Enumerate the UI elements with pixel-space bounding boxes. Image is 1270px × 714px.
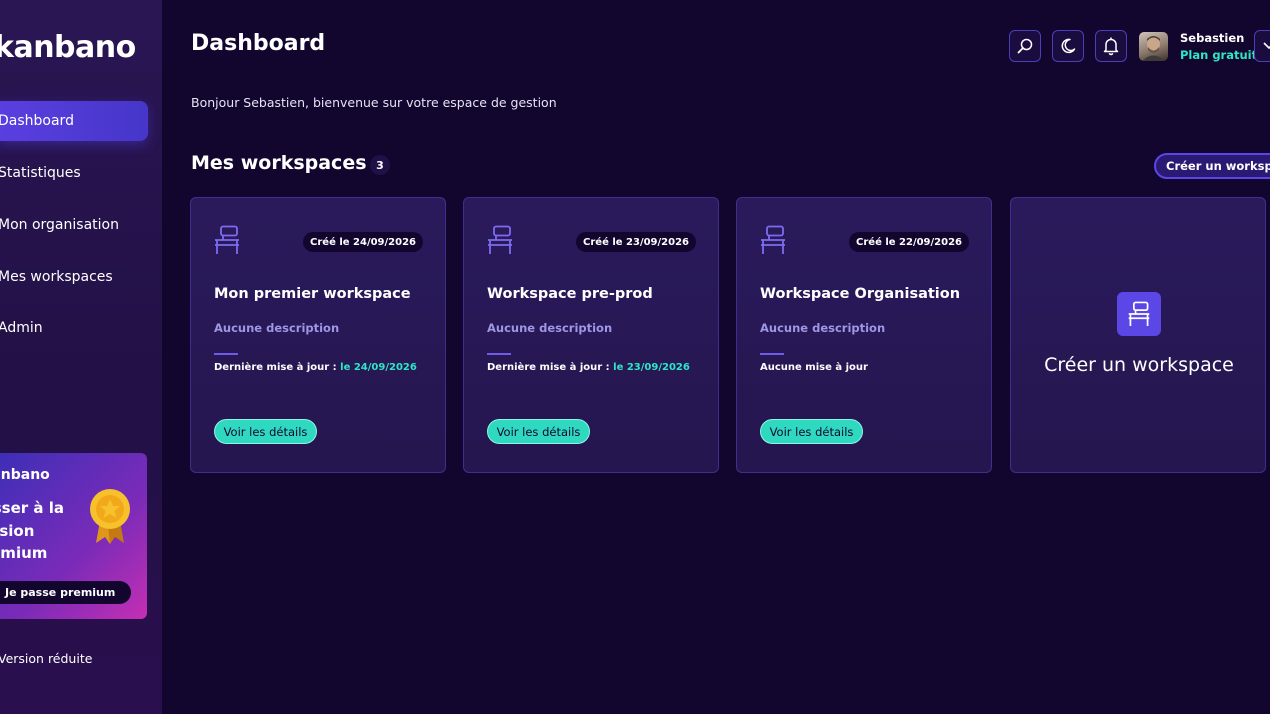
sidebar-item-label: Dashboard [0,113,74,129]
created-date-badge: Créé le 23/09/2026 [576,232,696,252]
sidebar: kanbano Dashboard Statistiques Mon organ… [0,0,162,714]
sidebar-item-statistiques[interactable]: Statistiques [0,153,148,193]
last-update: Aucune mise à jour [760,362,868,373]
go-premium-label: Je passe premium [5,586,116,599]
view-details-button[interactable]: Voir les détails [760,419,863,444]
created-date-badge: Créé le 24/09/2026 [303,232,423,252]
last-update-date: le 23/09/2026 [613,362,690,373]
premium-banner: kanbano Passer à la version premium Je p… [0,453,147,619]
last-update: Dernière mise à jour : le 24/09/2026 [214,362,417,373]
desk-chair-icon [488,225,512,254]
app-logo[interactable]: kanbano [0,30,136,65]
sidebar-item-organisation[interactable]: Mon organisation [0,205,148,245]
desk-chair-icon [1128,301,1150,326]
workspace-card: Créé le 23/09/2026 Workspace pre-prod Au… [463,197,719,473]
sidebar-item-dashboard[interactable]: Dashboard [0,101,148,141]
avatar[interactable] [1139,32,1168,61]
last-update: Dernière mise à jour : le 23/09/2026 [487,362,690,373]
bell-icon [1103,37,1119,56]
premium-title: Passer à la version premium [0,499,64,562]
user-name: Sebastien [1180,31,1245,45]
user-menu-button[interactable] [1254,30,1270,62]
created-date-badge: Créé le 22/09/2026 [849,232,969,252]
desk-chair-icon [761,225,785,254]
create-workspace-button[interactable]: Créer un workspace [1154,153,1270,179]
user-photo [1142,36,1165,61]
welcome-message: Bonjour Sebastien, bienvenue sur votre e… [191,95,557,110]
page-title: Dashboard [191,31,326,56]
sidebar-item-label: Mes workspaces [0,269,113,285]
divider [214,353,238,355]
divider [487,353,511,355]
chevron-down-icon [1263,42,1270,50]
last-update-date: le 24/09/2026 [340,362,417,373]
last-update-label: Aucune mise à jour [760,362,868,373]
search-icon [1017,38,1033,54]
sidebar-item-label: Mon organisation [0,217,119,233]
sidebar-item-workspaces[interactable]: Mes workspaces [0,257,148,297]
medal-icon [90,489,130,544]
view-details-button[interactable]: Voir les détails [214,419,317,444]
moon-icon [1061,38,1076,54]
workspaces-count-badge: 3 [370,155,390,175]
create-workspace-icon-box [1117,292,1161,336]
create-workspace-label: Créer un workspace [1044,354,1234,376]
notifications-button[interactable] [1095,30,1127,62]
workspace-card: Créé le 22/09/2026 Workspace Organisatio… [736,197,992,473]
go-premium-button[interactable]: Je passe premium [0,581,131,604]
workspace-title: Mon premier workspace [214,286,411,302]
workspace-title: Workspace Organisation [760,286,961,302]
sidebar-item-admin[interactable]: Admin [0,308,148,348]
workspace-description: Aucune description [487,321,613,335]
search-button[interactable] [1009,30,1041,62]
last-update-label: Dernière mise à jour : [487,362,614,373]
sidebar-item-label: Statistiques [0,165,81,181]
workspace-card: Créé le 24/09/2026 Mon premier workspace… [190,197,446,473]
divider [760,353,784,355]
workspaces-title: Mes workspaces [191,152,367,174]
sidebar-item-label: Admin [0,320,43,336]
premium-brand: kanbano [0,467,50,483]
view-details-button[interactable]: Voir les détails [487,419,590,444]
last-update-label: Dernière mise à jour : [214,362,341,373]
desk-chair-icon [215,225,239,254]
collapse-sidebar-button[interactable]: Version réduite [0,651,92,666]
workspace-description: Aucune description [214,321,340,335]
user-plan: Plan gratuit [1180,48,1258,62]
theme-toggle-button[interactable] [1052,30,1084,62]
create-workspace-card[interactable]: Créer un workspace [1010,197,1266,473]
workspace-title: Workspace pre-prod [487,286,653,302]
workspace-description: Aucune description [760,321,886,335]
